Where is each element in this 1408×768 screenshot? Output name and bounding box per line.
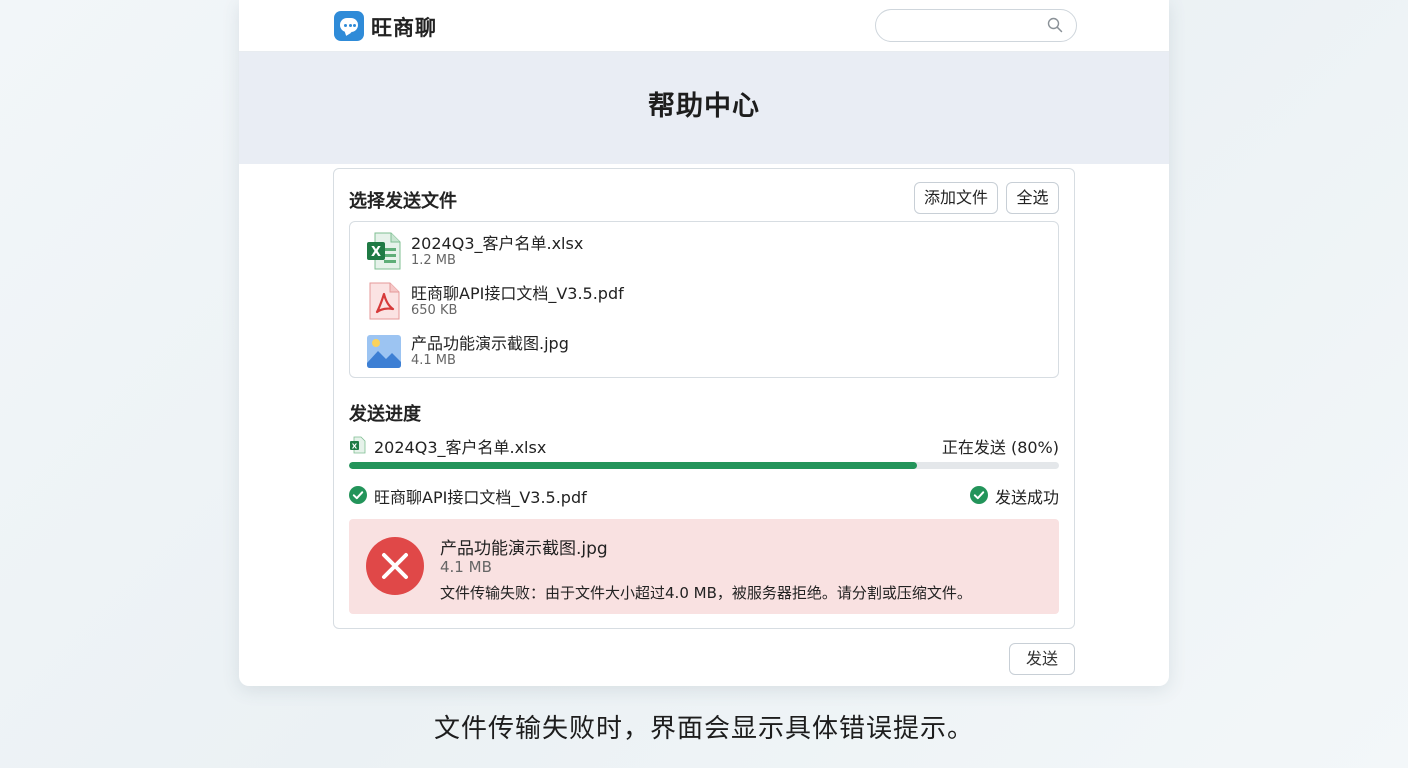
- progress-title: 发送进度: [349, 404, 421, 425]
- image-file-icon: [367, 335, 401, 368]
- app-window: 旺商聊 帮助中心 选择发送文件 添加文件 全选 X 2024Q3_客户名单.xl…: [239, 0, 1169, 686]
- progress-status: 正在发送 (80%): [941, 438, 1059, 457]
- progress-status: 发送成功: [994, 488, 1059, 507]
- file-name: 2024Q3_客户名单.xlsx: [411, 234, 584, 253]
- add-file-button[interactable]: 添加文件: [914, 182, 998, 214]
- file-name: 产品功能演示截图.jpg: [411, 334, 569, 353]
- pdf-file-icon: [369, 282, 400, 320]
- error-alert: 产品功能演示截图.jpg 4.1 MB 文件传输失败：由于文件大小超过4.0 M…: [349, 519, 1059, 614]
- send-button[interactable]: 发送: [1009, 643, 1075, 675]
- top-bar: 旺商聊: [239, 0, 1169, 52]
- excel-file-icon: X: [350, 436, 366, 454]
- caption: 文件传输失败时，界面会显示具体错误提示。: [433, 714, 974, 744]
- progress-bar-fill: [349, 462, 917, 469]
- progress-row: 旺商聊API接口文档_V3.5.pdf 发送成功: [349, 483, 1059, 507]
- select-all-button[interactable]: 全选: [1006, 182, 1059, 214]
- file-size: 650 KB: [411, 303, 458, 318]
- progress-file-name: 旺商聊API接口文档_V3.5.pdf: [374, 488, 587, 507]
- file-size: 1.2 MB: [411, 253, 456, 268]
- progress-file-name: 2024Q3_客户名单.xlsx: [374, 438, 547, 457]
- excel-file-icon: X: [367, 232, 401, 270]
- file-size: 4.1 MB: [411, 353, 456, 368]
- error-message: 文件传输失败：由于文件大小超过4.0 MB，被服务器拒绝。请分割或压缩文件。: [440, 584, 972, 602]
- file-select-title: 选择发送文件: [349, 191, 457, 212]
- svg-text:X: X: [371, 245, 381, 260]
- progress-bar: [349, 462, 1059, 469]
- svg-text:X: X: [352, 443, 358, 451]
- hero-banner: 帮助中心: [239, 52, 1169, 164]
- progress-row: X 2024Q3_客户名单.xlsx 正在发送 (80%): [349, 433, 1059, 457]
- list-item[interactable]: 产品功能演示截图.jpg 4.1 MB: [366, 330, 966, 374]
- check-circle-icon: [970, 486, 988, 504]
- error-file-size: 4.1 MB: [440, 558, 492, 576]
- send-files-panel: 选择发送文件 添加文件 全选 X 2024Q3_客户名单.xlsx 1.2 MB: [333, 168, 1075, 629]
- page-title: 帮助中心: [648, 91, 760, 122]
- app-name: 旺商聊: [371, 16, 437, 40]
- chat-logo-icon: [334, 11, 364, 41]
- file-name: 旺商聊API接口文档_V3.5.pdf: [411, 284, 624, 303]
- list-item[interactable]: 旺商聊API接口文档_V3.5.pdf 650 KB: [366, 280, 966, 324]
- file-list: X 2024Q3_客户名单.xlsx 1.2 MB 旺商聊API接口文档_V3.…: [349, 221, 1059, 378]
- error-file-name: 产品功能演示截图.jpg: [440, 539, 608, 559]
- error-circle-icon: [366, 537, 424, 595]
- search-icon[interactable]: [1047, 17, 1063, 33]
- list-item[interactable]: X 2024Q3_客户名单.xlsx 1.2 MB: [366, 230, 966, 274]
- check-circle-icon: [349, 486, 367, 504]
